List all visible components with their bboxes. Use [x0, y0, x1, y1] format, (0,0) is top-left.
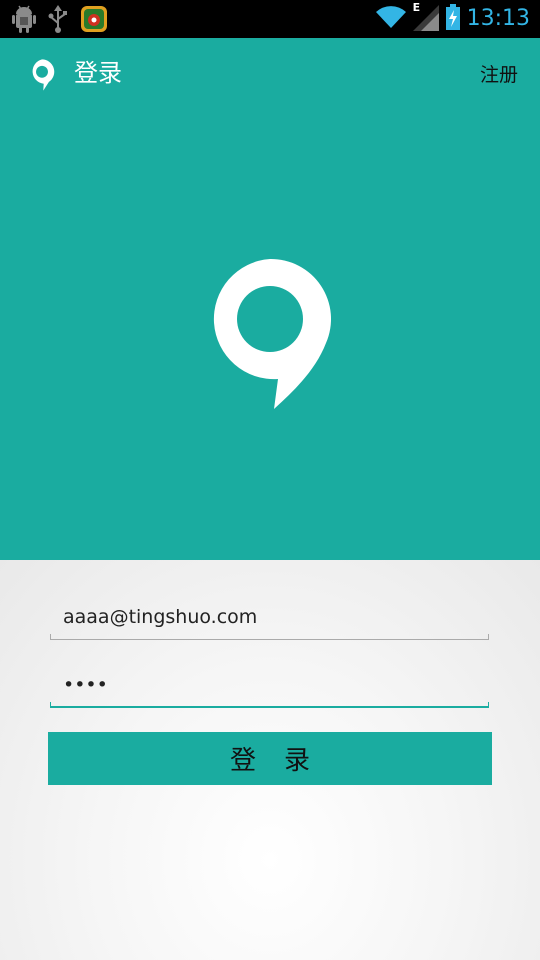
- network-type-label: E: [412, 1, 421, 14]
- password-field[interactable]: [50, 662, 489, 708]
- signal-icon: E: [412, 1, 439, 35]
- register-button[interactable]: 注册: [480, 60, 518, 90]
- status-bar: E 13:13: [0, 0, 540, 38]
- status-time: 13:13: [466, 6, 530, 31]
- password-field-underline-right: [488, 702, 489, 708]
- status-bar-system: E 13:13: [375, 1, 530, 35]
- email-field[interactable]: [50, 594, 489, 640]
- action-bar: 登录 注册: [0, 38, 540, 110]
- status-bar-notifications: [12, 5, 108, 37]
- wifi-icon: [375, 4, 407, 34]
- password-field-underline: [50, 706, 489, 708]
- password-field-container: [50, 662, 489, 708]
- speech-bubble-logo-icon[interactable]: [29, 59, 55, 95]
- hero-banner: [0, 110, 540, 560]
- email-field-container: [50, 594, 489, 640]
- page-title: 登录: [74, 59, 122, 87]
- email-field-underline: [50, 639, 489, 640]
- battery-charging-icon: [445, 3, 461, 35]
- app-notification-icon: [80, 5, 108, 37]
- email-field-underline-left: [50, 634, 51, 640]
- email-field-underline-right: [488, 634, 489, 640]
- usb-icon: [48, 5, 68, 37]
- speech-bubble-logo-icon: [208, 257, 332, 417]
- login-button[interactable]: 登录: [48, 732, 492, 785]
- password-field-underline-left: [50, 702, 51, 708]
- android-debug-icon: [12, 5, 36, 37]
